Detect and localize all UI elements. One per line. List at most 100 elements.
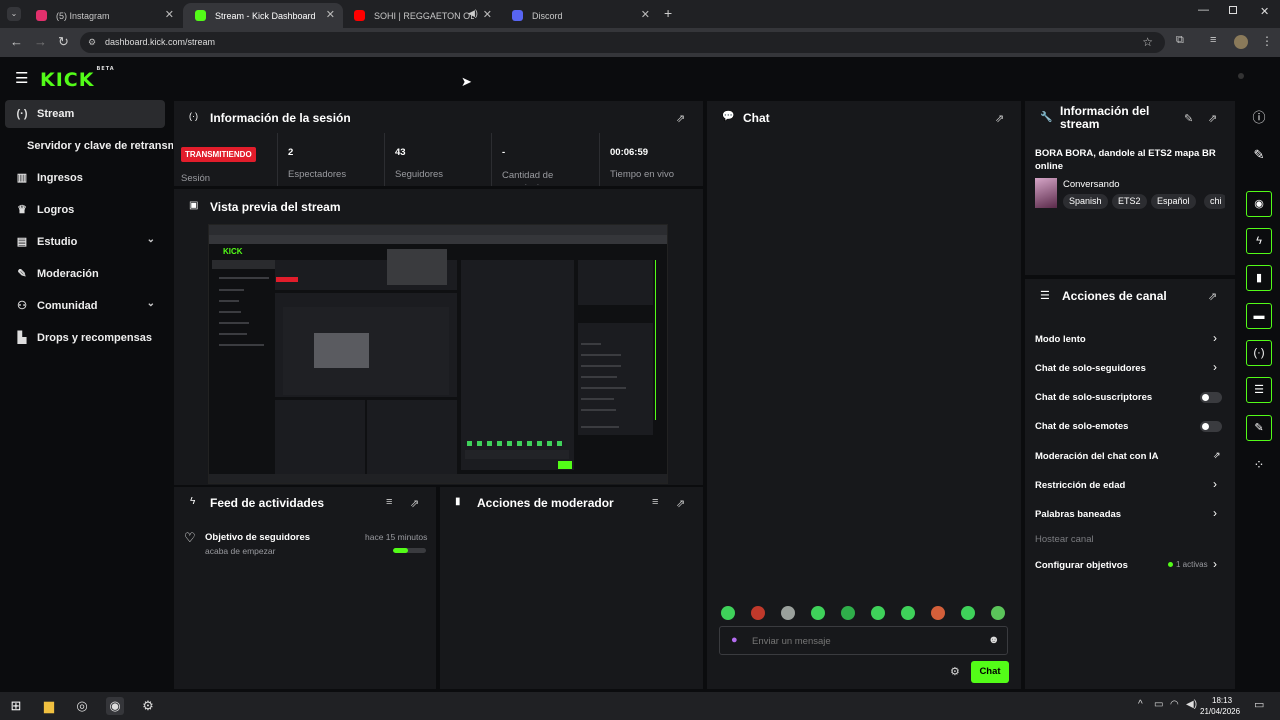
maximize-button[interactable] bbox=[1229, 6, 1237, 14]
url-input[interactable]: ⚙ dashboard.kick.com/stream ☆ bbox=[80, 32, 1165, 53]
info-icon[interactable]: ⓘ bbox=[1246, 105, 1272, 131]
add-widget-icon[interactable]: ⁘ bbox=[1246, 452, 1272, 478]
game-icon[interactable]: ⚙ bbox=[139, 697, 157, 715]
audio-icon[interactable]: ◀) bbox=[468, 8, 478, 19]
sidebar-item-comunidad[interactable]: ⚇ Comunidad ⌄ bbox=[5, 292, 165, 320]
tab-youtube[interactable]: SOHI | REGGAETON OLD SC ◀) ✕ bbox=[342, 3, 500, 28]
new-tab-button[interactable]: + bbox=[664, 5, 672, 21]
emote-icon[interactable] bbox=[901, 606, 915, 620]
sidebar-item-drops[interactable]: ▙ Drops y recompensas bbox=[5, 324, 165, 352]
chat-settings-icon[interactable]: ⚙ bbox=[950, 665, 960, 678]
mod-actions-panel bbox=[440, 487, 703, 689]
filter-icon[interactable]: ≡ bbox=[652, 496, 658, 508]
emote-icon[interactable] bbox=[721, 606, 735, 620]
tray-chevron-icon[interactable]: ^ bbox=[1138, 699, 1143, 710]
popout-icon[interactable]: ⇗ bbox=[995, 112, 1004, 125]
edit-icon[interactable]: ✎ bbox=[1246, 142, 1272, 168]
chat-message-input[interactable] bbox=[752, 633, 972, 649]
sidebar-item-stream[interactable]: (·) Stream bbox=[5, 100, 165, 128]
clock-date[interactable]: 21/04/2026 bbox=[1200, 707, 1240, 716]
emote-icon[interactable] bbox=[961, 606, 975, 620]
menu-dots-icon[interactable]: ⋮ bbox=[1261, 34, 1273, 48]
microphone-icon[interactable]: ● bbox=[731, 634, 738, 646]
action-age-restriction[interactable]: Restricción de edad bbox=[1035, 480, 1225, 491]
sidebar-item-estudio[interactable]: ▤ Estudio ⌄ bbox=[5, 228, 165, 256]
action-followers-only[interactable]: Chat de solo-seguidores bbox=[1035, 363, 1225, 374]
forward-icon[interactable]: → bbox=[34, 34, 47, 49]
tab-search-icon[interactable]: ⌄ bbox=[7, 7, 21, 21]
chat-input-box[interactable]: ● ☻ bbox=[719, 626, 1008, 655]
tray-wifi-icon[interactable]: ◠ bbox=[1170, 699, 1179, 710]
filter-icon[interactable]: ≡ bbox=[386, 496, 392, 508]
sidebar-item-moderacion[interactable]: ✎ Moderación bbox=[5, 260, 165, 288]
action-subs-only[interactable]: Chat de solo-suscriptores bbox=[1035, 392, 1225, 403]
action-slow-mode[interactable]: Modo lento bbox=[1035, 334, 1225, 345]
chevron-right-icon[interactable]: › bbox=[1213, 477, 1217, 491]
sidebar-item-ingresos[interactable]: ▥ Ingresos bbox=[5, 164, 165, 192]
chrome-icon[interactable]: ◉ bbox=[106, 697, 124, 715]
tab-kick-dashboard[interactable]: Stream - Kick Dashboard ✕ bbox=[183, 3, 343, 28]
subs-only-toggle[interactable] bbox=[1200, 392, 1222, 403]
sidebar-item-server-key[interactable]: Servidor y clave de retransmisión bbox=[5, 132, 173, 160]
profile-avatar[interactable] bbox=[1234, 35, 1248, 49]
stream-preview-video[interactable]: KICK bbox=[208, 224, 668, 484]
popout-icon[interactable]: ⇗ bbox=[410, 497, 419, 510]
emote-icon[interactable] bbox=[841, 606, 855, 620]
close-icon[interactable]: ✕ bbox=[483, 8, 492, 21]
emote-icon[interactable] bbox=[931, 606, 945, 620]
external-link-icon[interactable]: ⇗ bbox=[1213, 450, 1221, 461]
popout-icon[interactable]: ⇗ bbox=[676, 112, 685, 125]
chevron-right-icon[interactable]: › bbox=[1213, 557, 1217, 571]
windows-start-icon[interactable]: ⊞ bbox=[7, 697, 25, 715]
clock-time[interactable]: 18:13 bbox=[1212, 696, 1232, 705]
popout-icon[interactable]: ⇗ bbox=[676, 497, 685, 510]
obs-icon[interactable]: ◎ bbox=[73, 697, 91, 715]
site-info-icon[interactable]: ⚙ bbox=[88, 32, 96, 53]
lightning-icon[interactable]: ϟ bbox=[1246, 228, 1272, 254]
broadcast-icon[interactable]: (·) bbox=[1246, 340, 1272, 366]
close-icon[interactable]: ✕ bbox=[326, 8, 335, 21]
emote-icon[interactable] bbox=[781, 606, 795, 620]
tab-instagram[interactable]: (5) Instagram ✕ bbox=[24, 3, 182, 28]
emoji-icon[interactable]: ☻ bbox=[988, 634, 1000, 646]
folder-icon[interactable]: ▆ bbox=[40, 697, 58, 715]
action-banned-words[interactable]: Palabras baneadas bbox=[1035, 509, 1225, 520]
hamburger-menu-icon[interactable]: ☰ bbox=[15, 69, 28, 87]
chevron-right-icon[interactable]: › bbox=[1213, 360, 1217, 374]
mod-log-icon: ▮ bbox=[455, 496, 461, 507]
wrench-icon: ✎ bbox=[17, 268, 27, 280]
chevron-down-icon[interactable]: ⌄ bbox=[147, 298, 155, 309]
reload-icon[interactable]: ↻ bbox=[58, 34, 69, 50]
emote-icon[interactable] bbox=[811, 606, 825, 620]
wrench-icon[interactable]: ✎ bbox=[1246, 415, 1272, 441]
chevron-down-icon[interactable]: ⌄ bbox=[147, 234, 155, 245]
clipboard-icon[interactable]: ▮ bbox=[1246, 265, 1272, 291]
close-icon[interactable]: ✕ bbox=[165, 8, 174, 21]
chat-send-button[interactable]: Chat bbox=[971, 661, 1009, 683]
tab-discord[interactable]: Discord ✕ bbox=[500, 3, 658, 28]
notification-icon[interactable]: ▭ bbox=[1254, 698, 1264, 711]
right-toolbar: ⓘ ✎ ◉ ϟ ▮ ▬ (·) ☰ ✎ ⁘ bbox=[1238, 99, 1280, 689]
action-ai-moderation[interactable]: Moderación del chat con IA bbox=[1035, 451, 1225, 462]
list-icon[interactable]: ☰ bbox=[1246, 377, 1272, 403]
kick-logo[interactable]: KICKBETA bbox=[40, 66, 115, 91]
user-avatar[interactable] bbox=[1238, 73, 1244, 79]
emote-icon[interactable] bbox=[871, 606, 885, 620]
sidebar-item-logros[interactable]: ♛ Logros bbox=[5, 196, 165, 224]
close-window-button[interactable]: ✕ bbox=[1260, 5, 1269, 18]
tray-network-icon[interactable]: ▭ bbox=[1154, 699, 1163, 710]
chat-icon[interactable]: ▬ bbox=[1246, 303, 1272, 329]
preview-line bbox=[219, 277, 269, 279]
close-icon[interactable]: ✕ bbox=[641, 8, 650, 21]
preview-line bbox=[219, 322, 249, 324]
chevron-right-icon[interactable]: › bbox=[1213, 331, 1217, 345]
chevron-right-icon[interactable]: › bbox=[1213, 506, 1217, 520]
camera-icon[interactable]: ◉ bbox=[1246, 191, 1272, 217]
emote-icon[interactable] bbox=[751, 606, 765, 620]
action-emotes-only[interactable]: Chat de solo-emotes bbox=[1035, 421, 1225, 432]
back-icon[interactable]: ← bbox=[10, 34, 23, 49]
emote-icon[interactable] bbox=[991, 606, 1005, 620]
tray-volume-icon[interactable]: ◀) bbox=[1186, 699, 1197, 710]
popout-icon[interactable]: ⇗ bbox=[1208, 290, 1217, 303]
emotes-only-toggle[interactable] bbox=[1200, 421, 1222, 432]
